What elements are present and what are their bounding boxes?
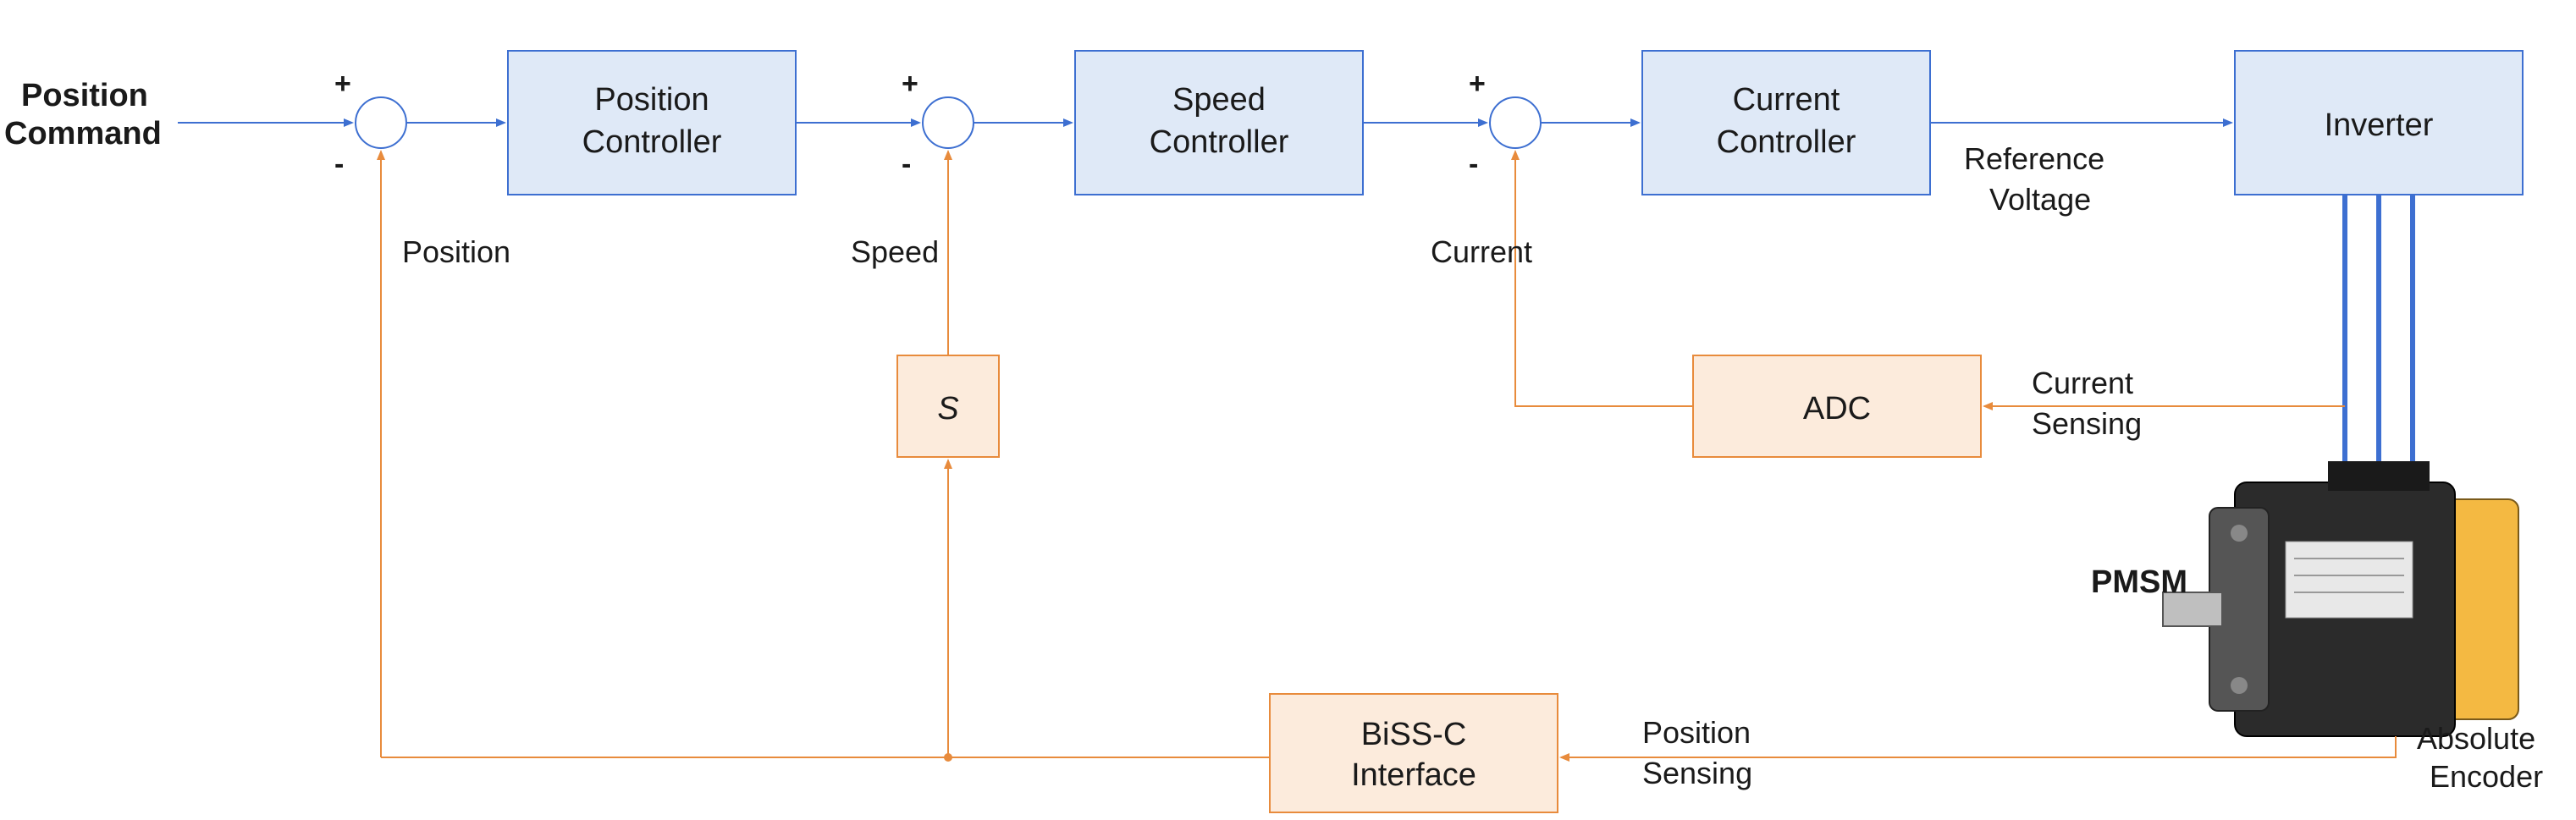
biss-l2: Interface (1351, 757, 1476, 793)
absenc-l2: Encoder (2430, 759, 2543, 794)
adc-l1: ADC (1803, 391, 1871, 427)
position-command-label-2: Command (4, 116, 162, 151)
biss-block (1270, 694, 1558, 812)
spdctrl-l2: Controller (1150, 124, 1289, 160)
spdctrl-l1: Speed (1172, 82, 1266, 118)
speed-controller-block (1075, 51, 1363, 195)
refv-l2: Voltage (1989, 182, 2091, 217)
fb-position: Position (402, 234, 510, 269)
sum1-minus: - (334, 148, 344, 180)
inverter-l1: Inverter (2325, 107, 2434, 143)
summer-speed (923, 97, 974, 148)
refv-l1: Reference (1964, 141, 2104, 176)
node-branch (944, 753, 952, 762)
position-command-label-1: Position (21, 78, 148, 113)
control-diagram: Position Command Position Controller Spe… (0, 0, 2576, 820)
fb-current: Current (1431, 234, 1532, 269)
derivative-symbol: S (937, 391, 958, 427)
position-controller-block (508, 51, 796, 195)
sum3-minus: - (1469, 148, 1478, 180)
pmsm-label: PMSM (2091, 564, 2187, 600)
current-controller-block (1642, 51, 1930, 195)
posctrl-l1: Position (594, 82, 709, 118)
summer-position (356, 97, 406, 148)
biss-l1: BiSS-C (1361, 717, 1467, 752)
absenc-l1: Absolute (2417, 721, 2535, 756)
sum3-plus: + (1469, 68, 1486, 100)
possense-l1: Position (1642, 715, 1751, 750)
fb-speed: Speed (851, 234, 939, 269)
sum1-plus: + (334, 68, 351, 100)
sum2-plus: + (902, 68, 918, 100)
cursense-l1: Current (2032, 366, 2133, 400)
pmsm-motor-icon (2163, 461, 2518, 736)
summer-current (1490, 97, 1541, 148)
posctrl-l2: Controller (582, 124, 722, 160)
possense-l2: Sensing (1642, 756, 1752, 790)
sum2-minus: - (902, 148, 911, 180)
curctrl-l1: Current (1733, 82, 1840, 118)
curctrl-l2: Controller (1717, 124, 1856, 160)
cursense-l2: Sensing (2032, 406, 2142, 441)
